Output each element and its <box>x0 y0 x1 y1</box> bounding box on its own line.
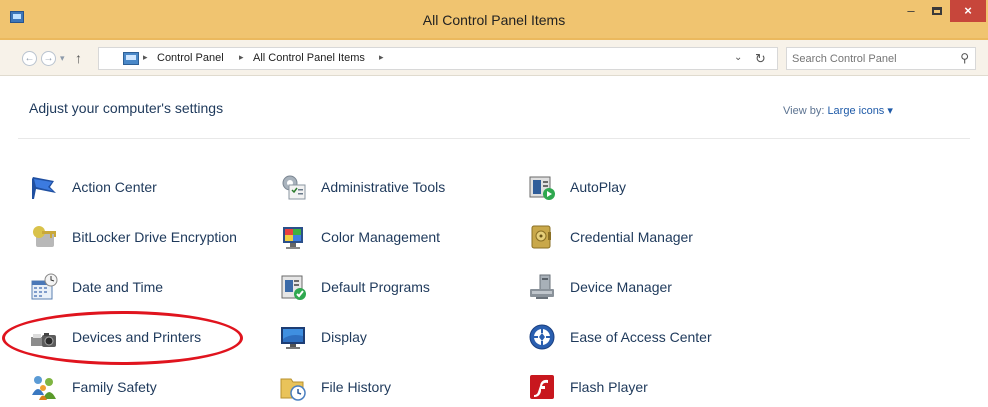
item-label: Default Programs <box>321 279 430 295</box>
highlight-ring-annotation <box>2 311 243 365</box>
breadcrumb-chevron-icon[interactable]: ▸ <box>239 52 244 63</box>
navigation-bar: ← → ▾ ↑ ▸ Control Panel ▸ All Control Pa… <box>0 40 988 76</box>
view-by-dropdown[interactable]: Large icons ▾ <box>827 105 892 117</box>
item-display[interactable]: Display <box>279 320 367 354</box>
bitlocker-key-icon <box>30 223 58 251</box>
admin-tools-icon <box>279 173 307 201</box>
item-label: Credential Manager <box>570 229 693 245</box>
back-button[interactable]: ← <box>22 51 37 66</box>
minimize-button[interactable]: – <box>898 0 924 24</box>
device-manager-icon <box>528 273 556 301</box>
view-by-label: View by: <box>783 105 825 117</box>
flag-icon <box>30 173 58 201</box>
item-label: Family Safety <box>72 379 157 395</box>
item-label: Device Manager <box>570 279 672 295</box>
monitor-icon <box>279 323 307 351</box>
item-ease-of-access-center[interactable]: Ease of Access Center <box>528 320 712 354</box>
item-label: Display <box>321 329 367 345</box>
item-flash-player[interactable]: Flash Player <box>528 370 648 404</box>
recent-locations-chevron-icon[interactable]: ▾ <box>60 53 65 64</box>
maximize-button[interactable] <box>924 0 950 24</box>
close-button[interactable]: × <box>950 0 986 22</box>
search-icon[interactable]: ⚲ <box>960 51 969 65</box>
item-file-history[interactable]: File History <box>279 370 391 404</box>
item-color-management[interactable]: Color Management <box>279 220 440 254</box>
item-bitlocker[interactable]: BitLocker Drive Encryption <box>30 220 237 254</box>
file-history-icon <box>279 373 307 401</box>
default-programs-icon <box>279 273 307 301</box>
item-autoplay[interactable]: AutoPlay <box>528 170 626 204</box>
item-label: AutoPlay <box>570 179 627 195</box>
search-box[interactable]: ⚲ <box>786 47 976 70</box>
address-bar[interactable]: ▸ Control Panel ▸ All Control Panel Item… <box>98 47 778 70</box>
ease-of-access-icon <box>528 323 556 351</box>
item-label: Administrative Tools <box>321 179 446 195</box>
autoplay-icon <box>528 173 556 201</box>
item-device-manager[interactable]: Device Manager <box>528 270 672 304</box>
item-default-programs[interactable]: Default Programs <box>279 270 430 304</box>
breadcrumb-chevron-icon[interactable]: ▸ <box>379 52 384 63</box>
item-label: Action Center <box>72 179 157 195</box>
item-label: File History <box>321 379 392 395</box>
family-safety-icon <box>30 373 58 401</box>
maximize-icon <box>932 7 942 15</box>
item-administrative-tools[interactable]: Administrative Tools <box>279 170 445 204</box>
forward-button[interactable]: → <box>41 51 56 66</box>
credential-vault-icon <box>528 223 556 251</box>
item-label: Color Management <box>321 229 441 245</box>
item-credential-manager[interactable]: Credential Manager <box>528 220 693 254</box>
control-panel-icon <box>123 52 139 65</box>
view-by-control: View by: Large icons ▾ <box>783 104 893 117</box>
breadcrumb-control-panel[interactable]: Control Panel <box>157 52 224 64</box>
window-title: All Control Panel Items <box>422 12 566 28</box>
header-divider <box>18 138 970 139</box>
page-title: Adjust your computer's settings <box>29 100 224 116</box>
item-label: Ease of Access Center <box>570 329 712 345</box>
item-label: Date and Time <box>72 279 164 295</box>
item-action-center[interactable]: Action Center <box>30 170 157 204</box>
refresh-icon[interactable]: ↻ <box>755 51 766 67</box>
color-management-icon <box>279 223 307 251</box>
breadcrumb-chevron-icon[interactable]: ▸ <box>143 52 148 63</box>
item-label: BitLocker Drive Encryption <box>72 229 237 245</box>
item-date-and-time[interactable]: Date and Time <box>30 270 163 304</box>
breadcrumb-all-items[interactable]: All Control Panel Items <box>253 52 365 64</box>
item-family-safety[interactable]: Family Safety <box>30 370 157 404</box>
calendar-clock-icon <box>30 273 58 301</box>
flash-player-icon <box>528 373 556 401</box>
up-arrow-button[interactable]: ↑ <box>75 50 82 66</box>
search-input[interactable] <box>792 51 952 67</box>
address-dropdown-icon[interactable]: ⌄ <box>734 52 742 63</box>
item-label: Flash Player <box>570 379 648 395</box>
